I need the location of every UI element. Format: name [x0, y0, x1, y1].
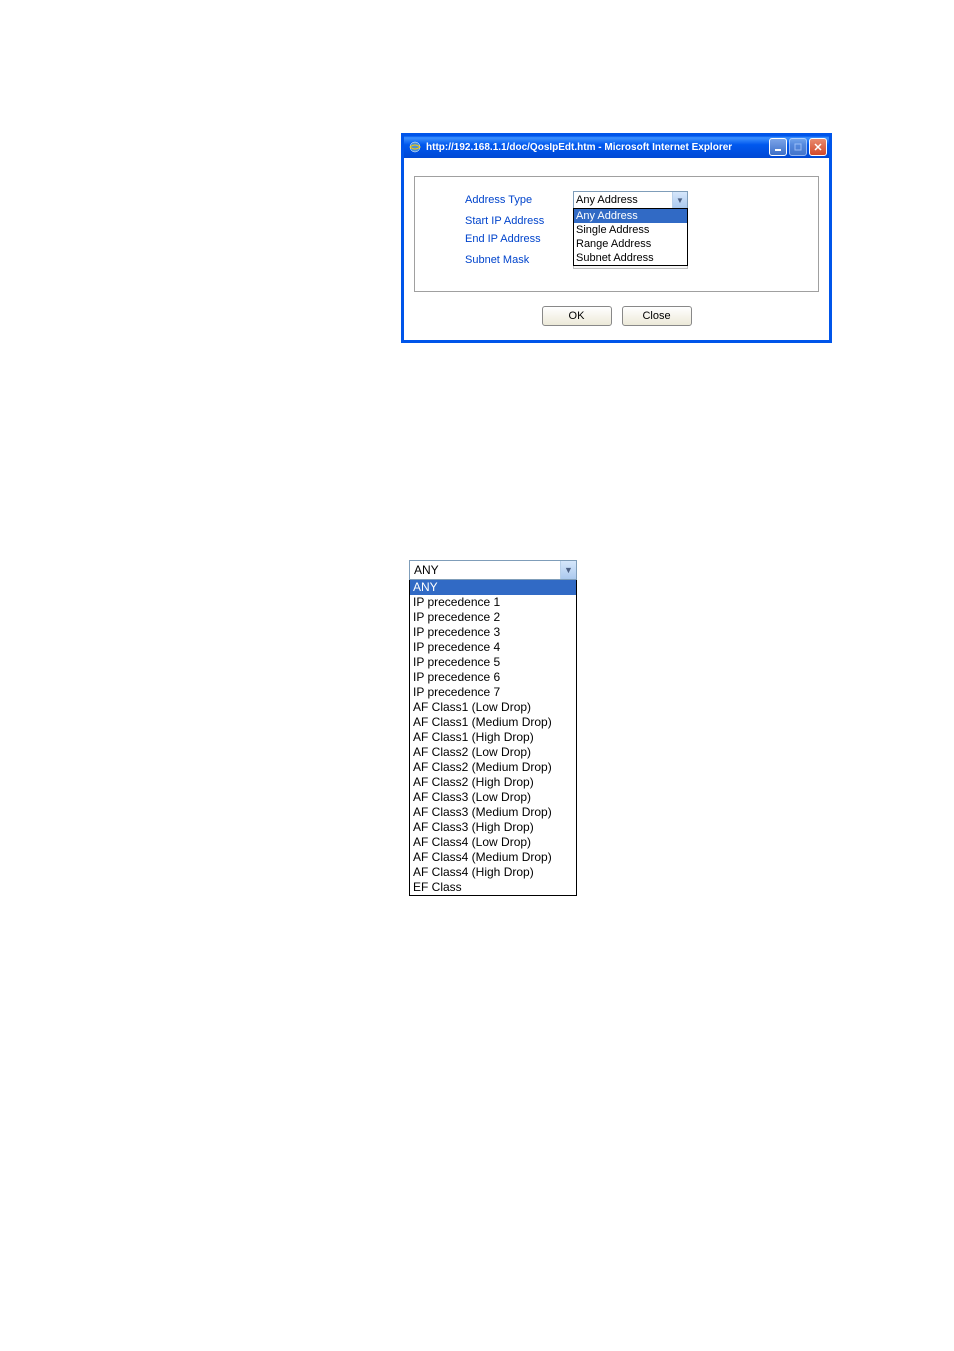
- dropdown-option[interactable]: AF Class1 (High Drop): [410, 730, 576, 745]
- button-row: OK Close: [414, 306, 819, 326]
- address-type-select[interactable]: Any Address: [573, 191, 688, 209]
- row-address-type: Address Type Any Address ▼ Any Address S…: [425, 191, 808, 209]
- dropdown-option[interactable]: Single Address: [574, 223, 687, 237]
- dropdown-option[interactable]: IP precedence 2: [410, 610, 576, 625]
- dropdown-option[interactable]: AF Class1 (Low Drop): [410, 700, 576, 715]
- titlebar[interactable]: http://192.168.1.1/doc/QosIpEdt.htm - Mi…: [404, 136, 829, 158]
- dscp-dropdown-list: ANY IP precedence 1 IP precedence 2 IP p…: [409, 579, 577, 896]
- dropdown-option[interactable]: IP precedence 6: [410, 670, 576, 685]
- dropdown-option[interactable]: IP precedence 4: [410, 640, 576, 655]
- dropdown-option[interactable]: IP precedence 3: [410, 625, 576, 640]
- dscp-select[interactable]: ANY: [409, 560, 577, 580]
- ie-window: http://192.168.1.1/doc/QosIpEdt.htm - Mi…: [401, 133, 832, 343]
- window-controls: [769, 138, 827, 156]
- window-title: http://192.168.1.1/doc/QosIpEdt.htm - Mi…: [426, 142, 769, 153]
- label-start-ip: Start IP Address: [425, 215, 573, 227]
- dropdown-option[interactable]: AF Class2 (Low Drop): [410, 745, 576, 760]
- maximize-button[interactable]: [789, 138, 807, 156]
- ok-button[interactable]: OK: [542, 306, 612, 326]
- dropdown-option[interactable]: AF Class2 (Medium Drop): [410, 760, 576, 775]
- dropdown-option[interactable]: Subnet Address: [574, 251, 687, 265]
- dropdown-option[interactable]: AF Class3 (Medium Drop): [410, 805, 576, 820]
- address-type-select-wrap: Any Address ▼ Any Address Single Address…: [573, 191, 688, 209]
- label-end-ip: End IP Address: [425, 233, 573, 245]
- minimize-button[interactable]: [769, 138, 787, 156]
- close-button[interactable]: [809, 138, 827, 156]
- dropdown-option[interactable]: AF Class3 (High Drop): [410, 820, 576, 835]
- dropdown-option[interactable]: AF Class4 (Medium Drop): [410, 850, 576, 865]
- dropdown-option[interactable]: Any Address: [574, 209, 687, 223]
- dropdown-option[interactable]: AF Class1 (Medium Drop): [410, 715, 576, 730]
- dropdown-option[interactable]: AF Class4 (High Drop): [410, 865, 576, 880]
- dscp-dropdown-area: ANY ▼ ANY IP precedence 1 IP precedence …: [405, 560, 577, 896]
- close-button-form[interactable]: Close: [622, 306, 692, 326]
- dropdown-option[interactable]: AF Class3 (Low Drop): [410, 790, 576, 805]
- dropdown-option[interactable]: IP precedence 5: [410, 655, 576, 670]
- chevron-down-icon[interactable]: ▼: [560, 561, 576, 579]
- dropdown-option[interactable]: EF Class: [410, 880, 576, 895]
- chevron-down-icon[interactable]: ▼: [672, 192, 687, 208]
- label-address-type: Address Type: [425, 194, 573, 206]
- address-type-dropdown: Any Address Single Address Range Address…: [573, 208, 688, 266]
- dropdown-option[interactable]: IP precedence 1: [410, 595, 576, 610]
- dscp-select-wrap: ANY ▼: [409, 560, 577, 580]
- dropdown-option[interactable]: Range Address: [574, 237, 687, 251]
- dropdown-option[interactable]: IP precedence 7: [410, 685, 576, 700]
- ie-icon: [408, 140, 422, 154]
- dropdown-option[interactable]: AF Class2 (High Drop): [410, 775, 576, 790]
- dropdown-option[interactable]: AF Class4 (Low Drop): [410, 835, 576, 850]
- form-area: Address Type Any Address ▼ Any Address S…: [414, 176, 819, 292]
- label-subnet-mask: Subnet Mask: [425, 254, 573, 266]
- window-content: Address Type Any Address ▼ Any Address S…: [404, 158, 829, 340]
- dropdown-option[interactable]: ANY: [410, 580, 576, 595]
